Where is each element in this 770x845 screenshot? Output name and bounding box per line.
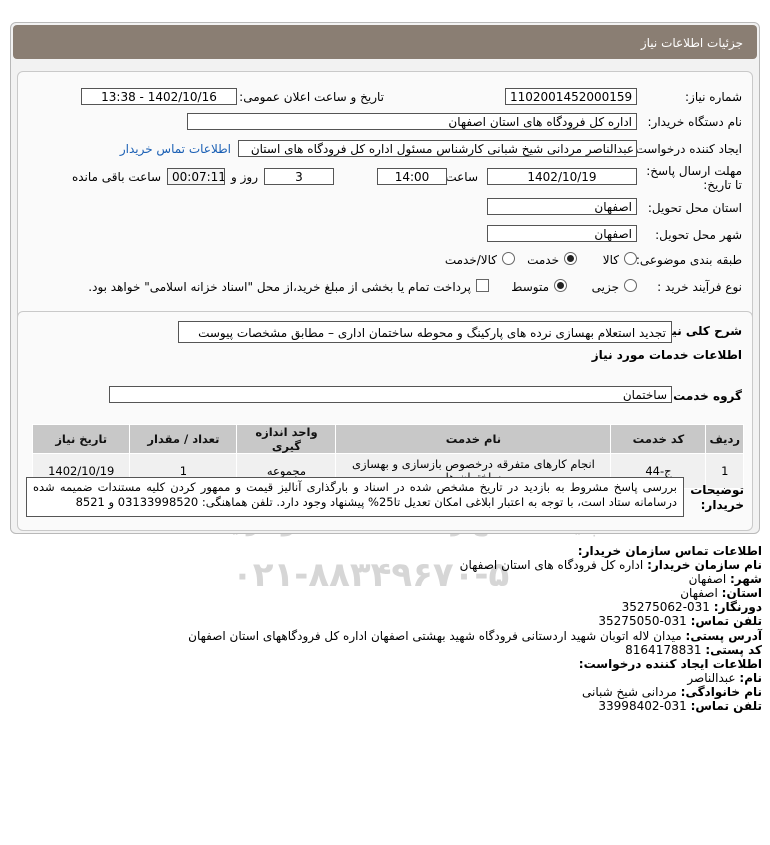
postal-code-value: 8164178831: [625, 642, 702, 657]
buyer-notes-field: بررسی پاسخ مشروط به بازدید در تاریخ مشخص…: [26, 477, 684, 517]
category-service-label: خدمت: [527, 253, 559, 267]
col-date-header: تاریخ نیاز: [31, 424, 131, 454]
announce-label: تاریخ و ساعت اعلان عمومی:: [239, 90, 384, 104]
col-name-header: نام خدمت: [335, 424, 612, 454]
fax-value: 031-35275062: [621, 600, 710, 615]
creator-last-name: مردانی شیخ شبانی: [582, 684, 677, 699]
category-service-radio[interactable]: [564, 252, 577, 265]
contact-section: اطلاعات تماس سازمان خریدار: نام سازمان خ…: [12, 544, 762, 713]
need-details-container: جزئیات اطلاعات نیاز شماره نیاز: 11020014…: [10, 22, 760, 534]
page-title: جزئیات اطلاعات نیاز: [640, 36, 743, 50]
org-city: اصفهان: [688, 572, 727, 587]
services-panel: شرح کلی نیاز: تجدید استعلام بهسازی نرده …: [17, 311, 753, 531]
buyer-org-field: اداره کل فرودگاه های استان اصفهان: [187, 113, 637, 130]
province-field: اصفهان: [487, 198, 637, 215]
process-label: نوع فرآیند خرید :: [657, 280, 742, 294]
city-field: اصفهان: [487, 225, 637, 242]
creator-field: عبدالناصر مردانی شیخ شبانی کارشناس مسئول…: [238, 140, 637, 157]
process-medium-radio[interactable]: [554, 279, 567, 292]
org-province-label: استان:: [721, 586, 762, 601]
category-label: طبقه بندی موضوعی:: [635, 253, 742, 267]
org-province: اصفهان: [680, 586, 718, 601]
province-label: استان محل تحویل:: [647, 201, 742, 215]
col-unit-header: واحد اندازه گیری: [236, 424, 337, 454]
category-goods-service-radio[interactable]: [502, 252, 515, 265]
remaining-label: ساعت باقی مانده: [71, 170, 161, 184]
creator-phone-label: تلفن تماس:: [690, 699, 762, 714]
address-value: میدان لاله اتوبان شهید اردستانی فرودگاه …: [188, 628, 682, 643]
summary-field: تجدید استعلام بهسازی نرده های پارکینگ و …: [178, 321, 672, 343]
deadline-label: مهلت ارسال پاسخ: تا تاریخ:: [646, 164, 742, 192]
service-group-field: ساختمان: [109, 386, 672, 403]
creator-phone-value: 031-33998402: [598, 699, 687, 714]
need-number-label: شماره نیاز:: [685, 90, 742, 104]
services-table-header: ردیف کد خدمت نام خدمت واحد اندازه گیری ت…: [31, 424, 744, 454]
treasury-note: پرداخت تمام یا بخشی از مبلغ خرید،از محل …: [88, 280, 471, 294]
need-number-field: 1102001452000159: [505, 88, 637, 105]
process-minor-radio[interactable]: [624, 279, 637, 292]
org-phone-value: 031-35275050: [598, 614, 687, 629]
fax-label: دورنگار:: [713, 600, 762, 615]
creator-first-name-label: نام:: [739, 670, 762, 685]
col-row-header: ردیف: [705, 424, 744, 454]
city-label: شهر محل تحویل:: [655, 228, 742, 242]
buyer-notes-label-text: توضیحات خریدار:: [690, 483, 744, 512]
creator-contact-heading: اطلاعات ایجاد کننده درخواست:: [578, 656, 762, 671]
buyer-notes-label: توضیحات خریدار:: [690, 483, 744, 513]
buyer-org-label: نام دستگاه خریدار:: [647, 115, 743, 129]
creator-first-name: عبدالناصر: [687, 670, 736, 685]
treasury-checkbox[interactable]: [476, 279, 489, 292]
category-goods-radio[interactable]: [624, 252, 637, 265]
org-name-label: نام سازمان خریدار:: [647, 558, 762, 573]
org-name: اداره کل فرودگاه های استان اصفهان: [459, 558, 644, 573]
org-contact-heading: اطلاعات تماس سازمان خریدار:: [577, 544, 762, 558]
days-field: 3: [264, 168, 334, 185]
address-label: آدرس پستی:: [685, 628, 762, 643]
details-panel: شماره نیاز: 1102001452000159 تاریخ و ساع…: [17, 71, 753, 323]
org-phone-label: تلفن تماس:: [690, 614, 762, 629]
creator-label: ایجاد کننده درخواست:: [631, 142, 742, 156]
deadline-time-field: 14:00: [377, 168, 447, 185]
remaining-time-field: 00:07:11: [167, 168, 225, 185]
category-goods-label: کالا: [602, 253, 619, 267]
title-bar: جزئیات اطلاعات نیاز: [13, 25, 757, 59]
service-group-label: گروه خدمت:: [668, 389, 742, 403]
deadline-time-label: ساعت: [445, 170, 478, 184]
org-city-label: شهر:: [730, 572, 762, 587]
process-minor-label: جزیی: [591, 280, 619, 294]
deadline-label-text: مهلت ارسال پاسخ: تا تاریخ:: [646, 164, 742, 192]
col-code-header: کد خدمت: [610, 424, 707, 454]
creator-last-name-label: نام خانوادگی:: [680, 684, 762, 699]
category-goods-service-label: کالا/خدمت: [444, 253, 497, 267]
col-qty-header: تعداد / مقدار: [129, 424, 238, 454]
announce-field: 1402/10/16 - 13:38: [81, 88, 237, 105]
process-medium-label: متوسط: [511, 280, 549, 294]
deadline-date-field: 1402/10/19: [487, 168, 637, 185]
services-section-title: اطلاعات خدمات مورد نیاز: [591, 348, 742, 362]
buyer-contact-link[interactable]: اطلاعات تماس خریدار: [120, 142, 231, 156]
days-label: روز و: [231, 170, 258, 184]
postal-code-label: کد پستی:: [705, 642, 762, 657]
